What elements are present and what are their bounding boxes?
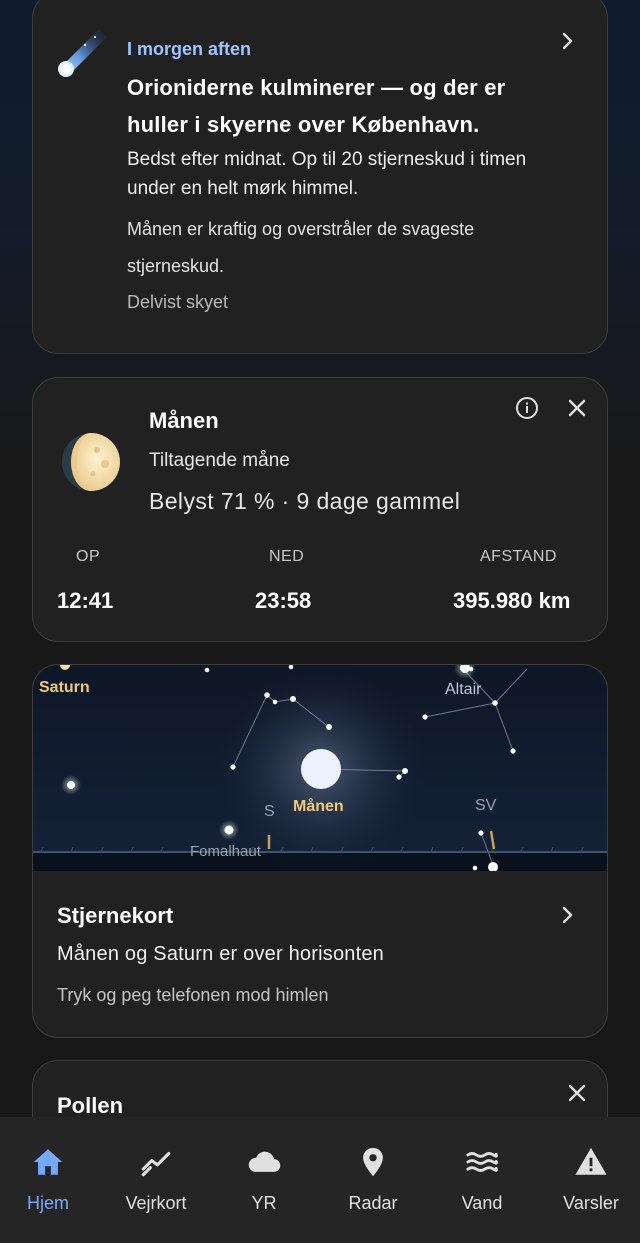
star-map-subtitle: Månen og Saturn er over horisonten <box>57 943 384 965</box>
nav-item-yr[interactable]: YR <box>210 1117 318 1243</box>
meteor-icon <box>58 29 107 77</box>
moon-phase: Tiltagende måne <box>149 450 290 471</box>
nav-label: Radar <box>348 1193 398 1213</box>
cloud-condition: Delvist skyet <box>127 292 229 312</box>
distance-label: AFSTAND <box>480 548 557 565</box>
meteor-headline: Orioniderne kulminerer — og der er hulle… <box>127 75 506 137</box>
nav-label: Hjem <box>26 1193 69 1213</box>
location-pin-icon <box>363 1147 383 1177</box>
nav-item-hjem[interactable]: Hjem <box>0 1117 102 1243</box>
moon-title: Månen <box>149 408 219 433</box>
moon-brightness-note: Månen er kraftig og overstråler de svage… <box>127 219 475 276</box>
info-icon[interactable] <box>515 396 539 420</box>
moon-icon <box>62 433 120 491</box>
chevron-right-icon[interactable] <box>557 905 577 925</box>
moonset-label: NED <box>269 548 305 565</box>
moon-illumination: Belyst 71 % · 9 dage gammel <box>149 488 461 514</box>
moon-map-label: Månen <box>293 797 344 815</box>
moonrise-value: 12:41 <box>57 588 114 613</box>
nav-item-vand[interactable]: Vand <box>428 1117 536 1243</box>
moonset-value: 23:58 <box>255 588 312 613</box>
chevron-right-icon[interactable] <box>557 31 577 51</box>
nav-item-vejrkort[interactable]: Vejrkort <box>102 1117 210 1243</box>
pollen-title: Pollen <box>57 1093 124 1118</box>
saturn-label: Saturn <box>39 679 90 696</box>
southwest-label: SV <box>475 797 497 814</box>
moon-card: Månen Tiltagende måne Belyst 71 % · 9 da… <box>32 377 608 642</box>
nav-label: Vejrkort <box>125 1193 187 1213</box>
close-icon[interactable] <box>567 1083 587 1103</box>
meteor-description: Bedst efter midnat. Op til 20 stjernesku… <box>127 149 527 199</box>
meteor-shower-card[interactable]: I morgen aften Orioniderne kulminerer — … <box>32 0 608 354</box>
south-label: S <box>264 803 275 820</box>
bottom-navigation: Hjem Vejrkort YR Radar Vand Varsler <box>0 1117 640 1243</box>
warning-icon <box>575 1147 607 1175</box>
trend-icon <box>141 1151 171 1177</box>
star-map-hint: Tryk og peg telefonen mod himlen <box>57 985 329 1005</box>
star-map-title: Stjernekort <box>57 903 174 928</box>
moonrise-label: OP <box>76 548 101 565</box>
fomalhaut-label: Fomalhaut <box>190 843 262 860</box>
meteor-eyebrow: I morgen aften <box>127 39 252 59</box>
nav-item-varsler[interactable]: Varsler <box>537 1117 640 1243</box>
home-icon <box>33 1149 63 1175</box>
close-icon[interactable] <box>567 398 587 418</box>
altair-label: Altair <box>445 681 482 698</box>
star-map-preview[interactable]: Saturn Altair Månen S SV Fomalhaut <box>33 665 608 871</box>
waves-icon <box>466 1152 498 1172</box>
star-map-card[interactable]: Saturn Altair Månen S SV Fomalhaut Stjer… <box>32 664 608 1038</box>
nav-label: Vand <box>461 1193 503 1213</box>
nav-label: YR <box>251 1193 277 1213</box>
distance-value: 395.980 km <box>453 588 571 613</box>
nav-item-radar[interactable]: Radar <box>319 1117 427 1243</box>
nav-label: Varsler <box>563 1193 619 1213</box>
cloud-icon <box>248 1151 281 1172</box>
